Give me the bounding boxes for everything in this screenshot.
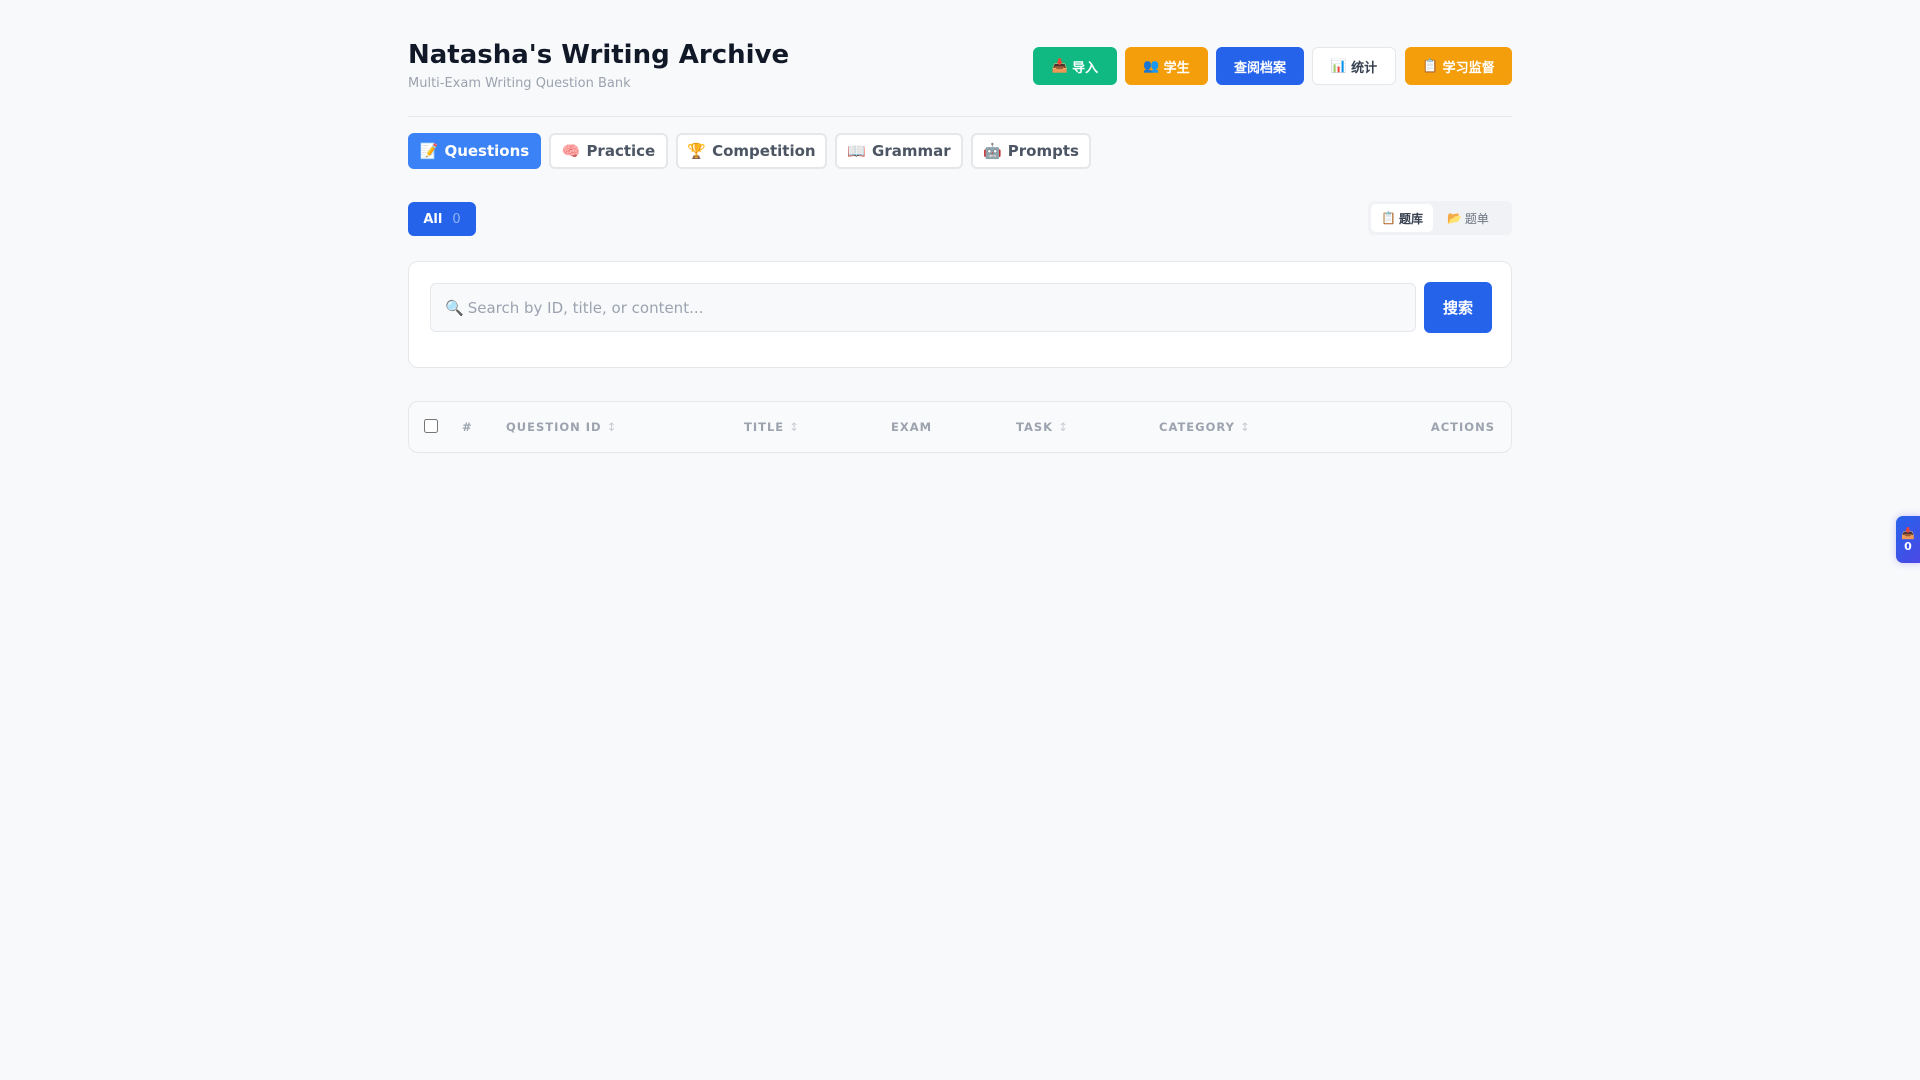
chart-icon: 📊 [1330, 58, 1348, 74]
page-subtitle: Multi-Exam Writing Question Bank [408, 76, 631, 91]
tab-label: Questions [444, 142, 530, 160]
brain-icon: 🧠 [561, 142, 581, 160]
col-question-id[interactable]: QUESTION ID ↕ [506, 420, 617, 434]
tab-label: Prompts [1007, 142, 1079, 160]
stats-button[interactable]: 📊 统计 [1312, 47, 1396, 85]
sort-icon: ↕ [1058, 420, 1069, 434]
sort-icon: ↕ [1239, 420, 1251, 434]
filter-count: 0 [452, 211, 461, 227]
col-label: QUESTION ID [506, 420, 602, 434]
view-records-button[interactable]: 查阅档案 [1216, 47, 1304, 85]
inbox-icon: 📥 [1901, 526, 1915, 540]
tab-prompts[interactable]: 🤖 Prompts [971, 133, 1091, 169]
col-index: # [462, 420, 473, 434]
inbox-icon: 📥 [1051, 58, 1069, 74]
col-title[interactable]: TITLE ↕ [744, 420, 800, 434]
col-category[interactable]: CATEGORY ↕ [1159, 420, 1251, 434]
tab-label: Grammar [872, 142, 951, 160]
clipboard-icon: 📋 [1381, 211, 1396, 225]
search-icon: 🔍 [445, 298, 464, 317]
clipboard-icon: 📋 [1422, 58, 1439, 74]
filter-label: All [423, 211, 443, 227]
col-task[interactable]: TASK ↕ [1016, 420, 1069, 434]
tab-practice[interactable]: 🧠 Practice [549, 133, 668, 169]
search-input[interactable] [467, 298, 1415, 317]
col-label: TASK [1016, 420, 1054, 434]
col-label: TITLE [744, 420, 785, 434]
students-label: 学生 [1163, 60, 1190, 76]
page-title: Natasha's Writing Archive [408, 40, 790, 70]
robot-icon: 🤖 [983, 142, 1002, 160]
memo-icon: 📝 [419, 142, 439, 160]
sort-icon: ↕ [606, 420, 618, 434]
tab-questions[interactable]: 📝 Questions [408, 133, 541, 169]
view-question-list[interactable]: 📂 题单 [1437, 204, 1499, 232]
tab-grammar[interactable]: 📖 Grammar [835, 133, 963, 169]
select-all-checkbox[interactable] [424, 419, 438, 433]
tab-competition[interactable]: 🏆 Competition [676, 133, 827, 169]
tab-label: Practice [586, 142, 656, 160]
view-label: 题库 [1398, 211, 1423, 226]
view-question-bank[interactable]: 📋 题库 [1371, 204, 1433, 232]
tray-count: 0 [1904, 539, 1912, 553]
trophy-icon: 🏆 [687, 142, 707, 160]
stats-label: 统计 [1351, 60, 1378, 76]
students-button[interactable]: 👥 学生 [1125, 47, 1208, 85]
view-records-label: 查阅档案 [1233, 60, 1286, 76]
folder-icon: 📂 [1446, 211, 1462, 225]
study-supervision-button[interactable]: 📋 学习监督 [1405, 47, 1512, 85]
col-exam: EXAM [891, 420, 933, 434]
floating-tray-button[interactable]: 📥 0 [1896, 516, 1920, 563]
col-label: CATEGORY [1159, 420, 1235, 434]
search-box: 🔍 [430, 283, 1416, 332]
search-card: 🔍 搜索 [408, 261, 1512, 368]
import-button[interactable]: 📥 导入 [1033, 47, 1117, 85]
import-label: 导入 [1072, 60, 1099, 76]
sort-icon: ↕ [789, 420, 800, 434]
book-icon: 📖 [847, 142, 867, 160]
tab-label: Competition [712, 142, 816, 160]
study-supervision-label: 学习监督 [1442, 60, 1495, 76]
view-label: 题单 [1464, 211, 1489, 226]
header-divider [408, 116, 1512, 117]
view-toggle: 📋 题库 📂 题单 [1368, 201, 1512, 235]
filter-all-pill[interactable]: All 0 [408, 202, 476, 236]
questions-table: # QUESTION ID ↕ TITLE ↕ EXAM TASK ↕ CATE… [408, 401, 1512, 453]
search-button[interactable]: 搜索 [1424, 282, 1492, 333]
col-actions: ACTIONS [1430, 420, 1495, 434]
users-icon: 👥 [1143, 58, 1160, 74]
